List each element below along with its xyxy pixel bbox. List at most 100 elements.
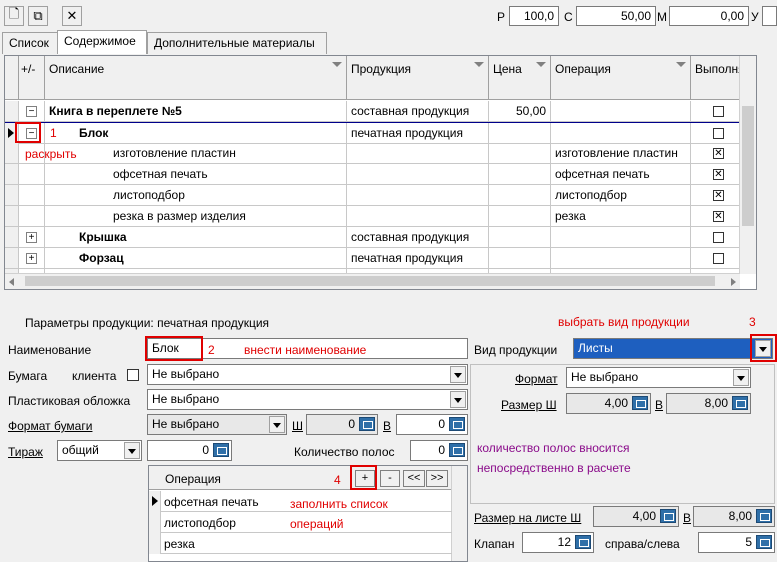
row-indicator[interactable]	[5, 143, 19, 164]
paper-select[interactable]: Не выбрано	[147, 364, 468, 385]
expand-cell[interactable]: +	[19, 248, 45, 269]
format-label: Формат	[515, 372, 558, 386]
new-doc-icon[interactable]: 🗋	[4, 6, 24, 26]
row-indicator[interactable]	[5, 248, 19, 269]
horizontal-scrollbar[interactable]	[5, 273, 740, 289]
scroll-thumb[interactable]	[742, 106, 754, 226]
chevron-down-icon[interactable]	[733, 369, 749, 386]
format-select[interactable]: Не выбрано	[566, 367, 751, 388]
calculator-icon[interactable]	[449, 417, 465, 431]
column-price-header[interactable]: Цена	[489, 56, 551, 100]
table-row[interactable]: − Блок печатная продукция	[5, 122, 740, 144]
c-field[interactable]: 50,00	[576, 6, 656, 26]
sort-arrow-icon	[332, 62, 342, 67]
operation-name: листоподбор	[164, 516, 236, 530]
row-indicator[interactable]	[5, 206, 19, 227]
row-indicator[interactable]	[5, 164, 19, 185]
calculator-icon[interactable]	[756, 509, 772, 523]
operation-cell: офсетная печать	[551, 164, 691, 185]
client-paper-checkbox[interactable]	[127, 369, 139, 381]
scroll-right-icon[interactable]	[731, 278, 736, 286]
done-checkbox[interactable]	[713, 253, 724, 264]
calculator-icon[interactable]	[575, 535, 591, 549]
expand-cell[interactable]	[19, 164, 45, 185]
price-cell	[489, 164, 551, 185]
next-operation-button[interactable]: >>	[426, 470, 448, 487]
column-expand-header[interactable]: +/-	[19, 56, 45, 100]
table-row[interactable]: листоподбор листоподбор ✕	[5, 185, 740, 206]
calculator-icon[interactable]	[732, 396, 748, 410]
product-type-select[interactable]: Листы	[573, 338, 773, 359]
run-type-select[interactable]: общий	[57, 440, 142, 461]
hscroll-thumb[interactable]	[25, 276, 715, 286]
row-indicator[interactable]	[149, 491, 161, 512]
done-checkbox[interactable]	[713, 232, 724, 243]
chevron-down-icon[interactable]	[450, 391, 466, 408]
done-checkbox[interactable]: ✕	[713, 211, 724, 222]
calculator-icon[interactable]	[449, 443, 465, 457]
done-checkbox[interactable]: ✕	[713, 169, 724, 180]
calculator-icon[interactable]	[359, 417, 375, 431]
prev-operation-button[interactable]: <<	[403, 470, 425, 487]
tab-list[interactable]: Список	[2, 32, 58, 54]
size-h-label: В	[655, 398, 664, 412]
calculator-icon[interactable]	[660, 509, 676, 523]
delete-icon[interactable]: ✕	[62, 6, 82, 26]
done-checkbox[interactable]	[713, 128, 724, 139]
u-field[interactable]	[762, 6, 777, 26]
annotation-number-3: 3	[749, 315, 756, 329]
chevron-down-icon[interactable]	[450, 366, 466, 383]
done-checkbox[interactable]: ✕	[713, 148, 724, 159]
copy-icon[interactable]: ⧉	[28, 6, 48, 26]
column-done-header[interactable]: Выполнят	[691, 56, 740, 100]
name-label: Наименование	[8, 343, 92, 357]
operation-list-item[interactable]: резка	[149, 533, 452, 554]
vertical-scrollbar[interactable]	[739, 56, 756, 274]
paper-format-label: Формат бумаги	[8, 419, 93, 433]
table-row[interactable]: + Форзац печатная продукция	[5, 248, 740, 269]
row-indicator[interactable]	[5, 101, 19, 122]
scroll-left-icon[interactable]	[9, 278, 14, 286]
done-cell	[691, 248, 740, 269]
collapse-icon[interactable]: −	[26, 106, 37, 117]
column-product-header[interactable]: Продукция	[347, 56, 489, 100]
done-checkbox[interactable]: ✕	[713, 190, 724, 201]
column-operation-header[interactable]: Операция	[551, 56, 691, 100]
tab-additional-materials[interactable]: Дополнительные материалы	[147, 32, 327, 54]
table-row[interactable]: − Книга в переплете №5 составная продукция…	[5, 101, 740, 122]
paper-format-select[interactable]: Не выбрано	[147, 414, 287, 435]
annotation-number-4: 4	[334, 473, 341, 487]
remove-operation-button[interactable]: -	[380, 470, 400, 487]
row-indicator[interactable]	[5, 227, 19, 248]
expand-cell[interactable]: −	[19, 101, 45, 122]
calculator-icon[interactable]	[756, 535, 772, 549]
table-row[interactable]: изготовление пластин изготовление пластин…	[5, 143, 740, 164]
table-row[interactable]: + Крышка составная продукция	[5, 227, 740, 248]
expand-cell[interactable]	[19, 206, 45, 227]
price-cell	[489, 227, 551, 248]
product-cell: печатная продукция	[347, 123, 489, 144]
m-field[interactable]: 0,00	[669, 6, 749, 26]
client-label: клиента	[72, 369, 117, 383]
table-row[interactable]: резка в размер изделия резка ✕	[5, 206, 740, 227]
plastic-cover-select[interactable]: Не выбрано	[147, 389, 468, 410]
row-indicator[interactable]	[5, 185, 19, 206]
calculator-icon[interactable]	[213, 443, 229, 457]
expand-icon[interactable]: +	[26, 253, 37, 264]
row-indicator[interactable]	[149, 533, 161, 554]
expand-icon[interactable]: +	[26, 232, 37, 243]
operations-column-header: Операция	[165, 472, 221, 486]
expand-cell[interactable]: +	[19, 227, 45, 248]
chevron-down-icon[interactable]	[124, 442, 140, 459]
table-row[interactable]: офсетная печать офсетная печать ✕	[5, 164, 740, 185]
annotation-enter-name: внести наименование	[244, 343, 367, 357]
done-checkbox[interactable]	[713, 106, 724, 117]
calculator-icon[interactable]	[632, 396, 648, 410]
column-description-header[interactable]: Описание	[45, 56, 347, 100]
operations-scrollbar[interactable]	[451, 466, 467, 561]
tab-contents[interactable]: Содержимое	[57, 30, 147, 54]
r-field[interactable]: 100,0	[509, 6, 559, 26]
chevron-down-icon[interactable]	[269, 416, 285, 433]
row-indicator[interactable]	[149, 512, 161, 533]
expand-cell[interactable]	[19, 185, 45, 206]
